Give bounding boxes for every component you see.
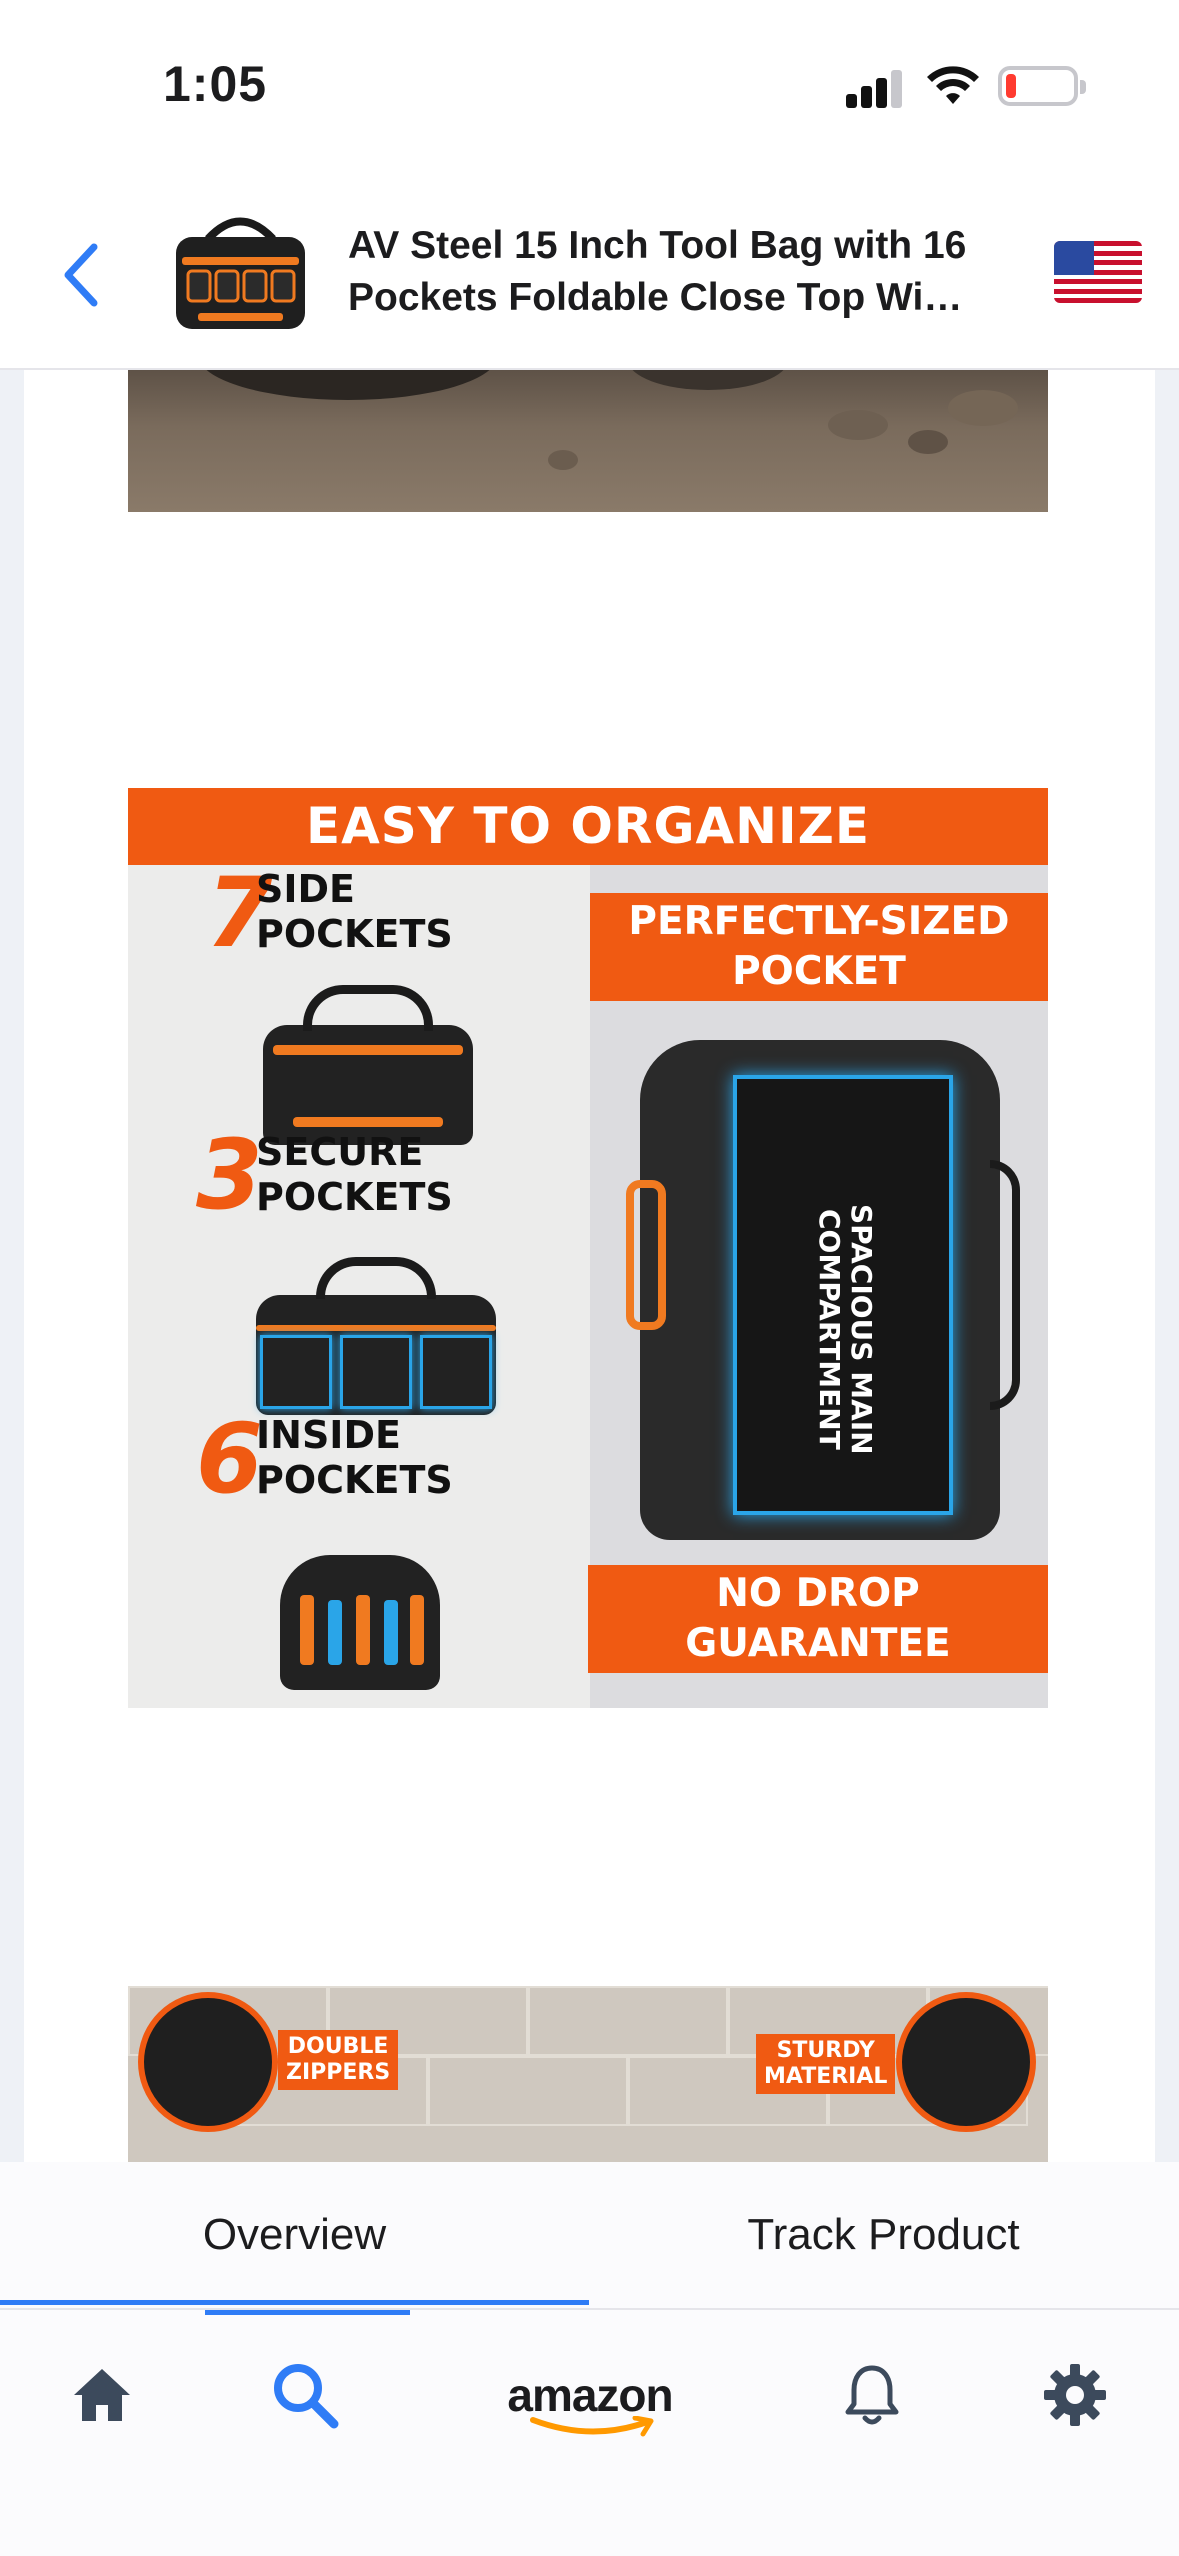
no-drop-guarantee-label: NO DROP GUARANTEE [588, 1565, 1048, 1673]
secure-pockets-bag-image [256, 1257, 496, 1415]
bell-icon [845, 2365, 899, 2425]
side-pockets-bag-image [263, 985, 473, 1145]
double-zippers-tag: DOUBLE ZIPPERS [278, 2030, 399, 2090]
material-zoom-image [896, 1992, 1036, 2132]
tag-line: ZIPPERS [286, 2060, 391, 2085]
nav-home[interactable] [52, 2350, 152, 2440]
amazon-smile-icon [530, 2416, 654, 2437]
nav-search[interactable] [255, 2350, 355, 2440]
status-bar: 1:05 [0, 0, 1179, 175]
compartment-label: SPACIOUS MAIN COMPARTMENT [813, 1203, 878, 1455]
us-flag-icon[interactable] [1054, 241, 1142, 303]
product-images-scroll[interactable]: EASY TO ORGANIZE 7 SIDE POCKETS 3 SECURE… [0, 370, 1179, 2162]
label-line: POCKET [732, 949, 906, 994]
sturdy-material-tag: STURDY MATERIAL [756, 2034, 896, 2094]
feature-label: POCKETS [256, 912, 453, 956]
home-icon [74, 2369, 130, 2421]
product-header: AV Steel 15 Inch Tool Bag with 16 Pocket… [0, 175, 1179, 370]
product-title: AV Steel 15 Inch Tool Bag with 16 Pocket… [348, 224, 967, 319]
main-compartment-column: PERFECTLY-SIZED POCKET SPACIOUS MAIN COM… [588, 865, 1048, 1708]
pocket-features-column: 7 SIDE POCKETS 3 SECURE POCKETS 6 INSIDE… [128, 865, 590, 1708]
product-image-partial-top[interactable] [128, 370, 1048, 512]
nav-amazon[interactable]: amazon [470, 2350, 710, 2440]
feature-label: POCKETS [256, 1175, 453, 1219]
feature-label: POCKETS [256, 1458, 453, 1502]
bottom-nav: amazon [0, 2308, 1179, 2556]
label-line: NO DROP [716, 1571, 920, 1616]
detail-tabs: Overview Track Product [0, 2162, 1179, 2308]
active-tab-indicator [0, 2300, 589, 2305]
chevron-left-icon[interactable] [52, 235, 112, 315]
tag-line: MATERIAL [764, 2064, 888, 2089]
label-line: PERFECTLY-SIZED [628, 899, 1010, 944]
inside-pockets-bag-image [280, 1555, 440, 1690]
amazon-logo-text: amazon [507, 2369, 673, 2421]
tag-line: STURDY [776, 2038, 875, 2063]
zipper-zoom-image [138, 1992, 278, 2132]
nav-settings[interactable] [1025, 2350, 1125, 2440]
image-banner-title: EASY TO ORGANIZE [128, 788, 1048, 865]
feature-number: 6 [196, 1403, 263, 1515]
perfectly-sized-pocket-label: PERFECTLY-SIZED POCKET [590, 893, 1048, 1001]
main-compartment-highlight: SPACIOUS MAIN COMPARTMENT [733, 1075, 953, 1515]
battery-icon [998, 66, 1086, 106]
feature-label: SECURE [256, 1130, 424, 1174]
feature-label: INSIDE [256, 1413, 401, 1457]
open-bag-image: SPACIOUS MAIN COMPARTMENT [626, 1040, 1020, 1540]
active-nav-indicator [205, 2310, 410, 2315]
feature-label: SIDE [256, 867, 356, 911]
tab-track-product[interactable]: Track Product [589, 2162, 1178, 2308]
wifi-icon [927, 66, 979, 104]
amazon-logo: amazon [507, 2368, 674, 2437]
tag-line: DOUBLE [287, 2034, 389, 2059]
image-gallery: EASY TO ORGANIZE 7 SIDE POCKETS 3 SECURE… [24, 370, 1155, 2162]
gear-icon [1044, 2364, 1106, 2426]
tab-overview[interactable]: Overview [0, 2162, 589, 2308]
product-thumbnail [176, 217, 305, 329]
status-time: 1:05 [163, 56, 268, 112]
nav-notifications[interactable] [822, 2350, 922, 2440]
label-line: GUARANTEE [685, 1621, 951, 1666]
product-image-partial-bottom[interactable]: DOUBLE ZIPPERS STURDY MATERIAL [128, 1986, 1048, 2162]
feature-number: 3 [196, 1119, 263, 1231]
product-image-easy-to-organize[interactable]: EASY TO ORGANIZE 7 SIDE POCKETS 3 SECURE… [128, 788, 1048, 1708]
search-icon [274, 2364, 339, 2429]
cellular-signal-icon [846, 70, 904, 108]
